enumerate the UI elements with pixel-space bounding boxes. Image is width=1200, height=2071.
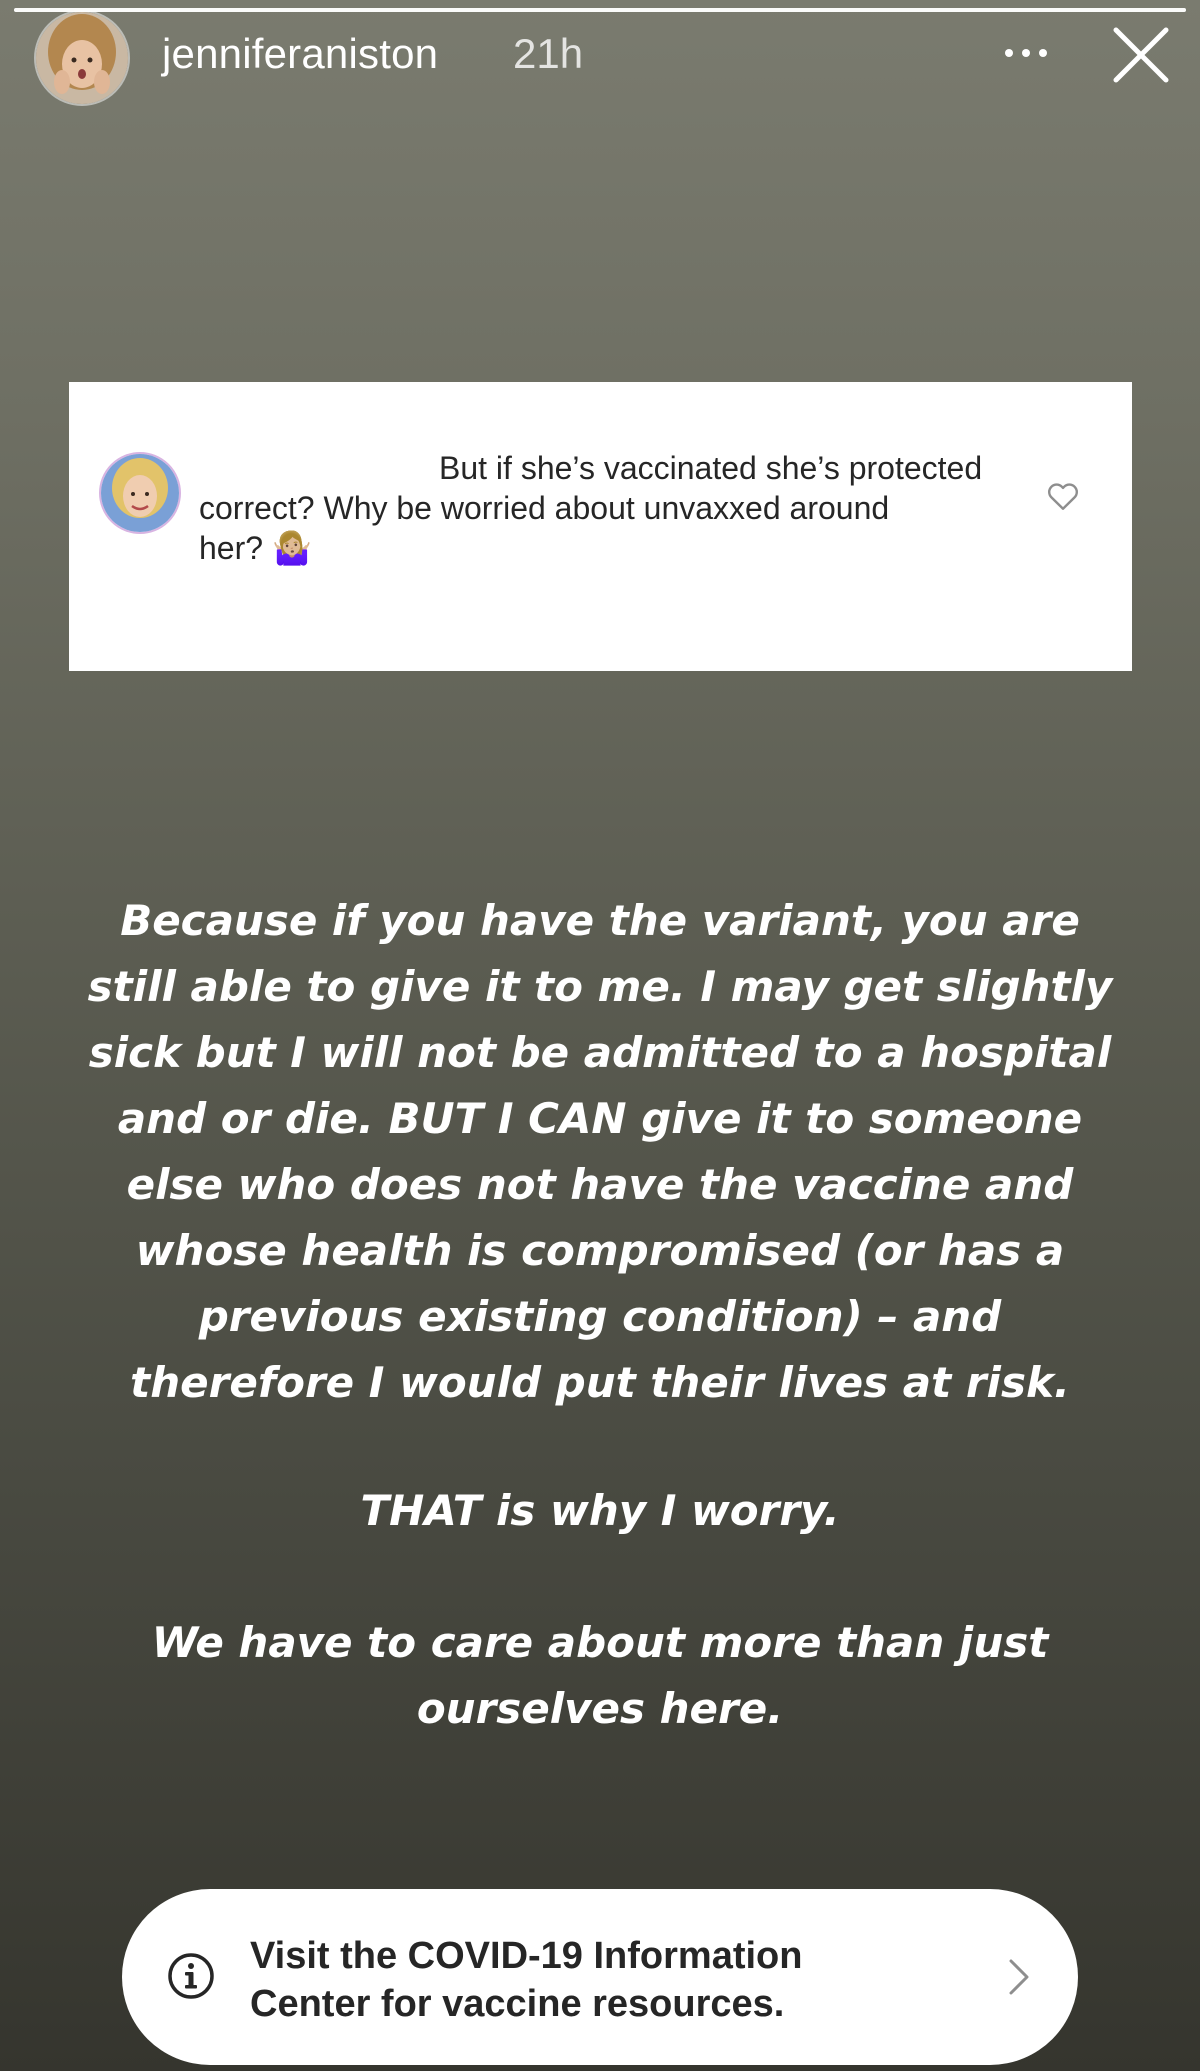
- covid-info-line: Visit the COVID-19 Information: [250, 1935, 803, 1977]
- question-line: her? 🤷🏼‍♀️: [199, 530, 312, 566]
- covid-info-line: Center for vaccine resources.: [250, 1983, 785, 2025]
- message-line: previous existing condition) – and: [198, 1292, 1002, 1341]
- story-timestamp: 21h: [513, 30, 584, 77]
- question-text: But if she’s vaccinated she’s protected …: [199, 448, 999, 568]
- message-line: and or die. BUT I CAN give it to someone: [117, 1094, 1083, 1143]
- message-line: sick but I will not be admitted to a hos…: [88, 1028, 1112, 1077]
- heart-icon: [1048, 483, 1078, 510]
- close-icon: [1113, 27, 1169, 83]
- close-button[interactable]: [1108, 22, 1174, 88]
- avatar-image: [36, 12, 128, 104]
- question-card: But if she’s vaccinated she’s protected …: [69, 382, 1132, 671]
- info-icon: [168, 1953, 214, 1999]
- message-line: ourselves here.: [416, 1684, 784, 1733]
- message-line: Because if you have the variant, you are: [120, 896, 1080, 945]
- story-header: jenniferaniston 21h: [0, 0, 1200, 110]
- story-message-main: Because if you have the variant, you are…: [40, 888, 1160, 1416]
- commenter-avatar-image: [101, 454, 179, 532]
- story-message-care: We have to care about more than just our…: [40, 1610, 1160, 1742]
- more-horizontal-icon: [1005, 49, 1047, 57]
- message-line: whose health is compromised (or has a: [135, 1226, 1065, 1275]
- message-line: THAT is why I worry.: [360, 1486, 840, 1535]
- question-line: correct? Why be worried about unvaxxed a…: [199, 490, 890, 526]
- question-line: But if she’s vaccinated she’s protected: [439, 450, 983, 486]
- message-line: therefore I would put their lives at ris…: [130, 1358, 1070, 1407]
- covid-info-text: Visit the COVID-19 Information Center fo…: [250, 1932, 802, 2028]
- profile-avatar[interactable]: [34, 10, 130, 106]
- more-options-button[interactable]: [996, 28, 1056, 78]
- commenter-avatar[interactable]: [99, 452, 181, 534]
- message-line: still able to give it to me. I may get s…: [87, 962, 1113, 1011]
- message-line: else who does not have the vaccine and: [126, 1160, 1074, 1209]
- covid-info-center-link[interactable]: Visit the COVID-19 Information Center fo…: [122, 1889, 1078, 2065]
- story-username[interactable]: jenniferaniston: [162, 30, 438, 78]
- message-line: We have to care about more than just: [151, 1618, 1049, 1667]
- like-button[interactable]: [1045, 478, 1081, 514]
- story-message-worry: THAT is why I worry.: [40, 1478, 1160, 1544]
- chevron-right-icon: [1009, 1959, 1029, 1995]
